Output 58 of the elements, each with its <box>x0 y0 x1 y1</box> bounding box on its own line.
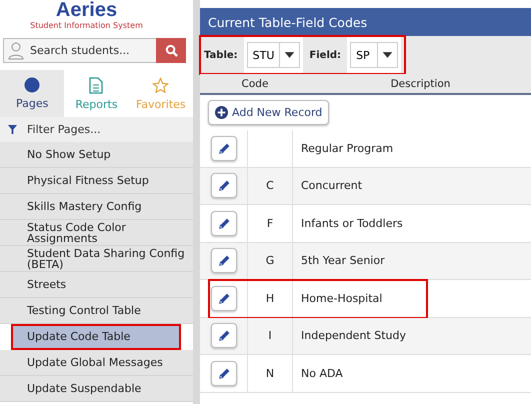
sidebar-item[interactable]: Update Global Messages <box>0 350 193 376</box>
pencil-icon <box>218 329 230 342</box>
panel-title: Current Table-Field Codes <box>200 8 531 36</box>
edit-button[interactable] <box>211 286 237 311</box>
add-record-button[interactable]: Add New Record <box>208 100 330 125</box>
sidebar-item[interactable]: Testing Control Table <box>0 298 193 324</box>
table-cell: H <box>247 280 293 316</box>
search-button[interactable] <box>156 38 186 63</box>
table-cell-text: Independent Study <box>300 329 407 342</box>
star-icon <box>152 76 170 94</box>
sidebar-item[interactable]: Physical Fitness Setup <box>0 168 193 194</box>
edit-button[interactable] <box>211 136 237 161</box>
sidebar-item[interactable]: Status Code Color Assignments <box>0 220 193 246</box>
pencil-icon <box>218 142 230 155</box>
document-icon <box>89 76 104 94</box>
logo-subtitle: Student Information System <box>30 21 143 30</box>
logo-text: Aeries <box>56 0 118 20</box>
select-label: Field: <box>309 50 342 60</box>
edit-button[interactable] <box>211 210 237 236</box>
pencil-icon <box>218 254 230 268</box>
sidebar-item[interactable]: Update Suspendable <box>0 376 193 402</box>
plus-circle-icon <box>215 106 228 119</box>
table-cell-text: Concurrent <box>300 179 364 192</box>
column-header: Description <box>390 78 452 90</box>
sidebar-item[interactable]: Student Data Sharing Config (BETA) <box>0 246 193 272</box>
table-cell-text: Infants or Toddlers <box>300 216 404 230</box>
pencil-icon <box>218 292 230 305</box>
column-header: Code <box>240 78 270 90</box>
table-cell-text: No ADA <box>300 366 344 380</box>
person-icon <box>8 42 24 60</box>
sidebar-item[interactable]: No Show Setup <box>0 142 193 168</box>
sidebar-item[interactable]: Streets <box>0 272 193 298</box>
table-cell: I <box>247 318 293 354</box>
pencil-icon <box>218 179 230 192</box>
sidebar-item[interactable]: Skills Mastery Config <box>0 194 193 220</box>
table-cell: N <box>247 355 293 392</box>
search-icon <box>164 44 178 57</box>
table-cell-text: Regular Program <box>300 142 394 155</box>
edit-button[interactable] <box>211 173 237 198</box>
search-box[interactable]: Search students... <box>3 38 156 63</box>
funnel-icon <box>8 125 17 134</box>
sidebar-tab[interactable]: Pages <box>0 70 64 117</box>
search-field[interactable]: Search students... <box>28 39 156 62</box>
pencil-icon <box>218 366 230 380</box>
edit-button[interactable] <box>211 323 237 348</box>
circle-icon <box>24 77 40 93</box>
pencil-icon <box>218 216 230 230</box>
table-cell: G <box>247 242 293 279</box>
edit-button[interactable] <box>211 360 237 386</box>
edit-button[interactable] <box>211 248 237 274</box>
table-cell: C <box>247 168 293 204</box>
select-label: Table: <box>204 50 238 60</box>
sidebar-item[interactable]: Update Code Table <box>11 324 181 350</box>
select-field[interactable]: SP <box>350 42 398 68</box>
table-cell-text: Home-Hospital <box>300 292 384 305</box>
table-cell-text: 5th Year Senior <box>300 254 386 268</box>
select-field[interactable]: STU <box>246 42 300 68</box>
table-cell: F <box>247 205 293 242</box>
